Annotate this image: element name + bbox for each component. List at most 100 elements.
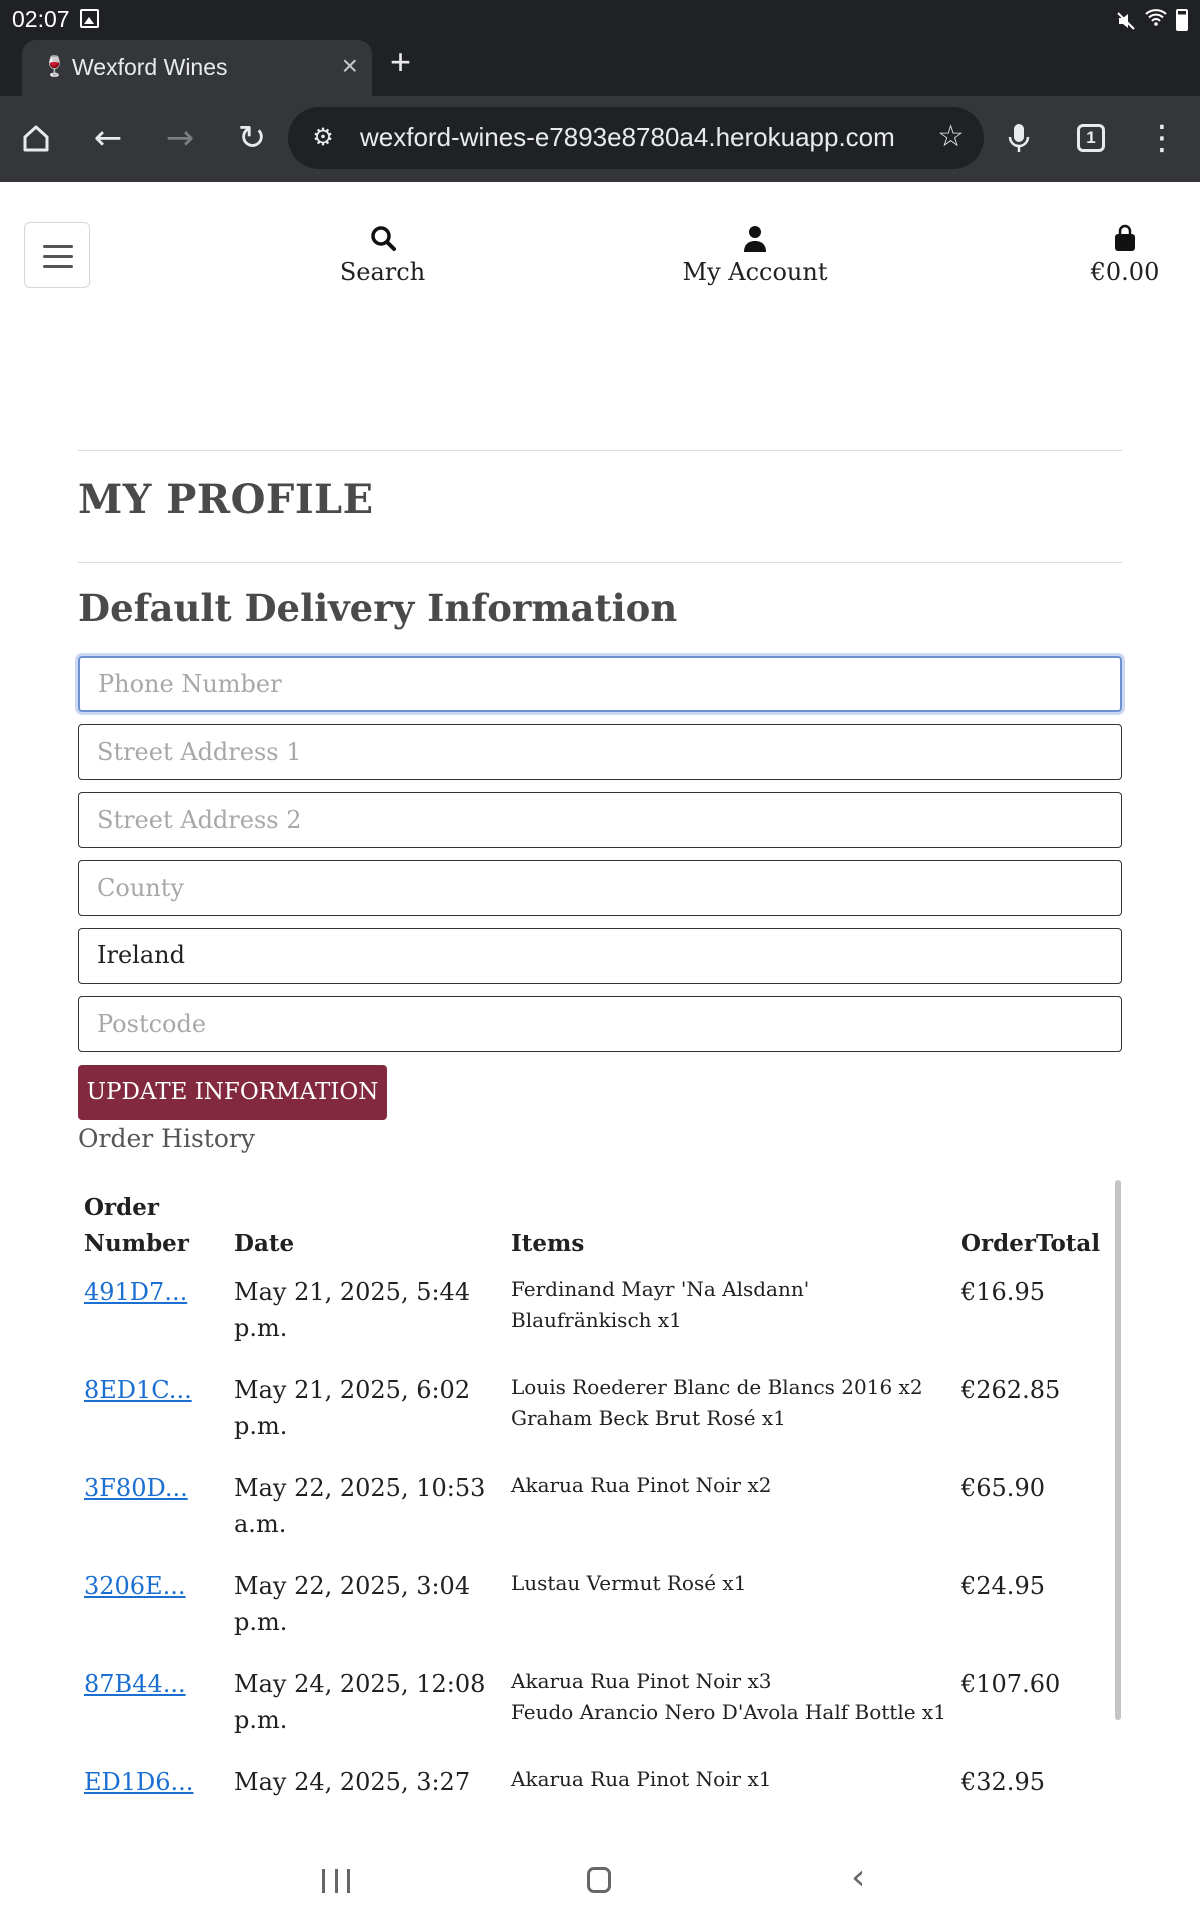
- nav-search[interactable]: Search: [330, 222, 435, 286]
- bag-total: €0.00: [1090, 258, 1160, 286]
- address-bar[interactable]: ⚙ wexford-wines-e7893e8780a4.herokuapp.c…: [288, 107, 984, 169]
- mute-icon: [1116, 10, 1136, 30]
- wine-favicon-icon: 🍷: [42, 56, 67, 78]
- more-options-icon[interactable]: ⋮: [1140, 116, 1184, 160]
- order-history-table: Order Number Date Items OrderTotal 491D7…: [78, 1180, 1122, 1805]
- table-row: 3206E... May 22, 2025, 3:04 p.m. Lustau Ve…: [78, 1564, 1122, 1662]
- order-number-cell: 3F80D...: [78, 1466, 228, 1564]
- search-icon: [370, 226, 396, 251]
- site-settings-icon[interactable]: ⚙: [308, 122, 338, 152]
- page-bottom-edge: [0, 1805, 1200, 1845]
- postcode-input[interactable]: [78, 996, 1122, 1052]
- status-icons: [1116, 6, 1188, 33]
- order-total-cell: €65.90: [961, 1474, 1045, 1502]
- table-scrollbar[interactable]: [1115, 1180, 1121, 1720]
- url-text[interactable]: wexford-wines-e7893e8780a4.herokuapp.com: [360, 122, 920, 153]
- table-row: ED1D6... May 24, 2025, 3:27 p.m. Akarua Ru…: [78, 1760, 1122, 1805]
- status-time: 02:07: [12, 6, 70, 32]
- new-tab-icon[interactable]: +: [390, 44, 411, 80]
- order-item-line: Feudo Arancio Nero D'Avola Half Bottle x…: [511, 1700, 946, 1724]
- date-header: Date: [234, 1230, 295, 1257]
- order-total-cell: €24.95: [961, 1572, 1045, 1600]
- order-total-header: OrderTotal: [961, 1230, 1101, 1257]
- order-date-cell: May 21, 2025, 5:44 p.m.: [234, 1278, 471, 1342]
- nav-my-account[interactable]: My Account: [680, 222, 830, 286]
- street-address-2-input[interactable]: [78, 792, 1122, 848]
- order-item-line: Akarua Rua Pinot Noir x3: [511, 1669, 772, 1693]
- tab-switcher-button[interactable]: 1: [1077, 124, 1105, 152]
- order-total-cell: €16.95: [961, 1278, 1045, 1306]
- browser-tab[interactable]: 🍷 Wexford Wines ×: [22, 40, 372, 96]
- system-navigation-bar: ‹: [0, 1845, 1200, 1920]
- table-row: 491D7... May 21, 2025, 5:44 p.m. Ferdinand…: [78, 1270, 1122, 1368]
- table-row: 3F80D... May 22, 2025, 10:53 a.m. Akarua R…: [78, 1466, 1122, 1564]
- reload-icon[interactable]: ↻: [230, 116, 274, 160]
- wifi-icon: [1144, 6, 1168, 33]
- order-number-cell: ED1D6...: [78, 1760, 228, 1805]
- order-date-cell: May 24, 2025, 12:08 p.m.: [234, 1670, 486, 1734]
- order-date-cell: May 21, 2025, 6:02 p.m.: [234, 1376, 471, 1440]
- order-items-cell: Akarua Rua Pinot Noir x3 Feudo Arancio Ne…: [505, 1662, 955, 1760]
- home-button-icon[interactable]: [587, 1867, 611, 1893]
- table-header-row: Order Number Date Items OrderTotal: [78, 1180, 1122, 1270]
- order-number-link[interactable]: ED1D6...: [84, 1768, 193, 1796]
- order-number-link[interactable]: 87B44...: [84, 1670, 186, 1698]
- order-number-cell: 3206E...: [78, 1564, 228, 1662]
- search-label: Search: [339, 258, 426, 286]
- order-number-link[interactable]: 491D7...: [84, 1278, 187, 1306]
- order-item-line: Lustau Vermut Rosé x1: [511, 1571, 747, 1595]
- order-item-line: Ferdinand Mayr 'Na Alsdann' Blaufränkisc…: [511, 1277, 810, 1332]
- divider: [78, 562, 1122, 563]
- order-date-cell: May 22, 2025, 3:04 p.m.: [234, 1572, 471, 1636]
- order-item-line: Akarua Rua Pinot Noir x1: [511, 1767, 772, 1791]
- battery-icon: [1176, 8, 1188, 31]
- order-total-cell: €107.60: [961, 1670, 1061, 1698]
- order-total-cell: €262.85: [961, 1376, 1061, 1404]
- microphone-icon[interactable]: [997, 116, 1041, 160]
- order-total-cell: €32.95: [961, 1768, 1045, 1796]
- street-address-1-input[interactable]: [78, 724, 1122, 780]
- browser-toolbar: ← → ↻ ⚙ wexford-wines-e7893e8780a4.herok…: [0, 96, 1200, 182]
- order-number-link[interactable]: 8ED1C...: [84, 1376, 192, 1404]
- back-arrow-icon[interactable]: ←: [86, 116, 130, 160]
- delivery-info-title: Default Delivery Information: [78, 586, 678, 630]
- home-icon[interactable]: [14, 116, 58, 160]
- county-input[interactable]: [78, 860, 1122, 916]
- recent-apps-icon[interactable]: [322, 1869, 350, 1893]
- update-information-button[interactable]: UPDATE INFORMATION: [78, 1065, 387, 1120]
- items-header: Items: [511, 1230, 585, 1257]
- order-date-cell: May 24, 2025, 3:27 p.m.: [234, 1768, 471, 1805]
- phone-number-input[interactable]: [78, 656, 1122, 712]
- bookmark-star-icon[interactable]: ☆: [937, 119, 964, 154]
- page-title: MY PROFILE: [78, 476, 374, 523]
- order-items-cell: Akarua Rua Pinot Noir x1: [505, 1760, 955, 1805]
- image-notification-icon: [80, 9, 99, 28]
- country-select[interactable]: Ireland: [78, 928, 1122, 984]
- table-row: 8ED1C... May 21, 2025, 6:02 p.m. Louis Roe…: [78, 1368, 1122, 1466]
- order-item-line: Graham Beck Brut Rosé x1: [511, 1406, 786, 1430]
- system-back-icon[interactable]: ‹: [851, 1857, 865, 1898]
- order-number-link[interactable]: 3206E...: [84, 1572, 185, 1600]
- table-row: 87B44... May 24, 2025, 12:08 p.m. Akarua R…: [78, 1662, 1122, 1760]
- close-tab-icon[interactable]: ×: [342, 50, 358, 82]
- my-account-label: My Account: [682, 258, 828, 286]
- order-number-cell: 491D7...: [78, 1270, 228, 1368]
- order-number-link[interactable]: 3F80D...: [84, 1474, 188, 1502]
- order-items-cell: Lustau Vermut Rosé x1: [505, 1564, 955, 1662]
- order-number-cell: 8ED1C...: [78, 1368, 228, 1466]
- status-bar: 02:07: [0, 0, 1200, 38]
- browser-tab-strip: 🍷 Wexford Wines ×: [0, 38, 1200, 96]
- shopping-bag-icon: [1115, 224, 1135, 251]
- tab-title: Wexford Wines: [72, 54, 228, 80]
- order-item-line: Louis Roederer Blanc de Blancs 2016 x2: [511, 1375, 923, 1399]
- user-icon: [744, 226, 766, 252]
- order-items-cell: Akarua Rua Pinot Noir x2: [505, 1466, 955, 1564]
- hamburger-menu-button[interactable]: [24, 222, 90, 288]
- forward-arrow-icon[interactable]: →: [158, 116, 202, 160]
- order-history-label: Order History: [78, 1124, 255, 1153]
- order-date-cell: May 22, 2025, 10:53 a.m.: [234, 1474, 486, 1538]
- order-items-cell: Louis Roederer Blanc de Blancs 2016 x2 Gr…: [505, 1368, 955, 1466]
- divider: [78, 450, 1122, 451]
- nav-shopping-bag[interactable]: €0.00: [1080, 222, 1170, 286]
- order-number-header: Order Number: [84, 1194, 189, 1257]
